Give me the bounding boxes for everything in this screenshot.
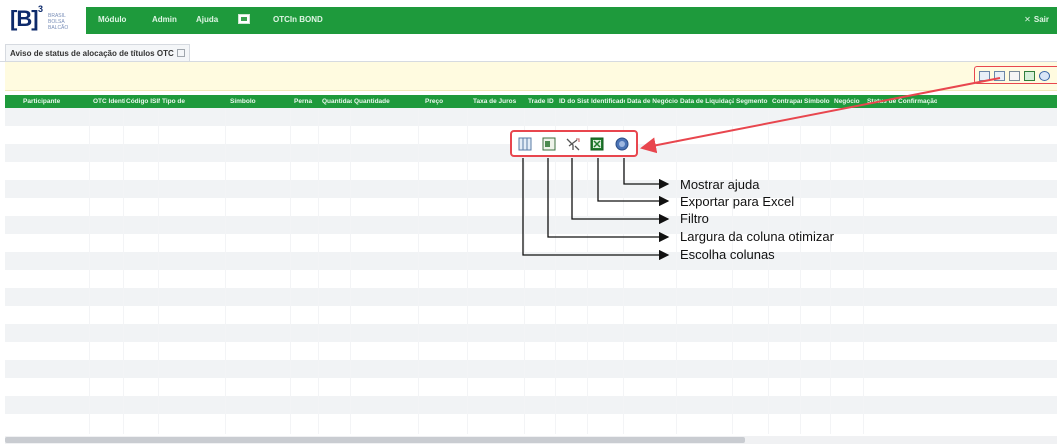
grid-header: Participante OTC Identificador Código IS… (5, 95, 1057, 108)
grid-toolbar (5, 62, 1057, 91)
table-row[interactable] (5, 378, 1057, 396)
column-divider (318, 108, 319, 434)
column-divider (863, 108, 864, 434)
label-escolha-colunas: Escolha colunas (680, 247, 775, 262)
logo-subtext: BRASIL BOLSA BALCÃO (48, 13, 69, 31)
column-header[interactable]: Data de Negócio (625, 95, 678, 108)
column-header[interactable]: OTC Identificador (91, 95, 125, 108)
menu-admin[interactable]: Admin (152, 15, 177, 24)
column-header[interactable]: Símbolo (802, 95, 832, 108)
label-exportar-excel: Exportar para Excel (680, 194, 795, 209)
close-icon: ✕ (1024, 15, 1031, 24)
product-name: OTCIn BOND (273, 15, 323, 24)
column-header[interactable]: ID do Sistema (557, 95, 589, 108)
column-header[interactable]: Código ISIN (124, 95, 160, 108)
table-row[interactable] (5, 324, 1057, 342)
table-row[interactable] (5, 252, 1057, 270)
scrollbar-thumb[interactable] (5, 437, 745, 443)
column-divider (676, 108, 677, 434)
table-row[interactable] (5, 216, 1057, 234)
menu-ajuda[interactable]: Ajuda (196, 15, 218, 24)
table-row[interactable] (5, 360, 1057, 378)
column-divider (123, 108, 124, 434)
export-excel-icon (590, 137, 604, 151)
table-row[interactable] (5, 234, 1057, 252)
table-row[interactable] (5, 270, 1057, 288)
column-header[interactable]: Perna (292, 95, 320, 108)
nav-bar (86, 7, 1057, 34)
column-header[interactable]: Quantidade (320, 95, 352, 108)
menu-modulo[interactable]: Módulo (98, 15, 126, 24)
column-header[interactable]: Contraparte (770, 95, 802, 108)
filter-icon[interactable] (1009, 71, 1020, 81)
choose-columns-icon (518, 137, 532, 151)
column-header[interactable]: Participante (21, 95, 87, 108)
column-header[interactable]: Status de Confirmação (865, 95, 937, 108)
label-filtro: Filtro (680, 211, 709, 226)
toolbar-icon-group (974, 66, 1057, 84)
column-divider (350, 108, 351, 434)
label-largura-coluna: Largura da coluna otimizar (680, 229, 834, 244)
help-icon (615, 137, 629, 151)
column-divider (830, 108, 831, 434)
table-row[interactable] (5, 342, 1057, 360)
column-header[interactable]: Preço (423, 95, 463, 108)
column-header[interactable]: Tipo de (160, 95, 216, 108)
column-divider (467, 108, 468, 434)
table-row[interactable] (5, 180, 1057, 198)
table-row[interactable] (5, 288, 1057, 306)
callout-icon-toolbar (510, 130, 638, 157)
label-mostrar-ajuda: Mostrar ajuda (680, 177, 760, 192)
filter-icon (566, 138, 580, 151)
tab-allocation-status[interactable]: Aviso de status de alocação de títulos O… (5, 44, 190, 61)
horizontal-scrollbar[interactable] (5, 436, 1057, 444)
optimize-width-icon[interactable] (994, 71, 1005, 81)
b3-logo: [B] 3 BRASIL BOLSA BALCÃO (10, 4, 82, 36)
column-header[interactable]: Símbolo (228, 95, 290, 108)
module-icon[interactable] (238, 14, 250, 24)
column-divider (89, 108, 90, 434)
column-divider (732, 108, 733, 434)
help-icon[interactable] (1039, 71, 1050, 81)
table-row[interactable] (5, 414, 1057, 432)
table-row[interactable] (5, 306, 1057, 324)
column-header[interactable]: Segmento (734, 95, 770, 108)
column-divider (290, 108, 291, 434)
column-header[interactable]: Identificador (589, 95, 625, 108)
optimize-width-icon (542, 137, 556, 151)
tab-close-icon[interactable] (176, 49, 185, 57)
table-row[interactable] (5, 198, 1057, 216)
logout-button[interactable]: ✕ Sair (1024, 15, 1049, 24)
export-excel-icon[interactable] (1024, 71, 1035, 81)
logout-label: Sair (1033, 15, 1049, 24)
column-divider (768, 108, 769, 434)
choose-columns-icon[interactable] (979, 71, 990, 81)
column-header[interactable]: Trade ID (526, 95, 557, 108)
tab-title: Aviso de status de alocação de títulos O… (10, 49, 174, 58)
column-divider (158, 108, 159, 434)
column-header[interactable]: Quantidade (352, 95, 400, 108)
column-divider (225, 108, 226, 434)
top-bar: [B] 3 BRASIL BOLSA BALCÃO Módulo Admin A… (0, 0, 1057, 40)
column-divider (800, 108, 801, 434)
column-header[interactable]: Negócio (832, 95, 865, 108)
logo-letter: [B] (10, 6, 39, 31)
table-row[interactable] (5, 396, 1057, 414)
column-header[interactable]: Taxa de Juros (471, 95, 526, 108)
logo-sup: 3 (38, 4, 44, 14)
table-row[interactable] (5, 162, 1057, 180)
column-header[interactable]: Data de Liquidação (678, 95, 734, 108)
column-divider (418, 108, 419, 434)
table-row[interactable] (5, 108, 1057, 126)
